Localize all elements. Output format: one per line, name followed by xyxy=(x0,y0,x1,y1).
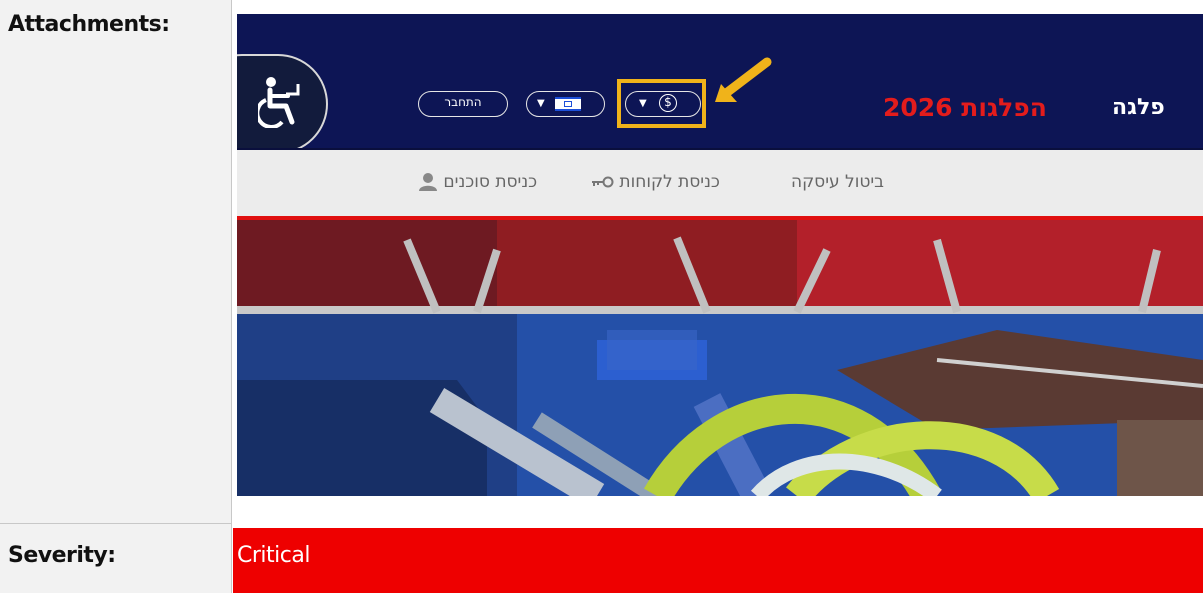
nav-cancel-transaction[interactable]: ביטול עיסקה xyxy=(791,172,884,192)
israel-flag-icon xyxy=(555,97,581,111)
severity-value-cell: Critical xyxy=(233,528,1203,593)
severity-label: Severity: xyxy=(8,543,116,568)
login-label: התחבר xyxy=(444,95,482,109)
attachments-label: Attachments: xyxy=(8,12,170,37)
accessibility-button[interactable] xyxy=(237,54,328,154)
nav-bar: ביטול עיסקה כניסת לקוחות כניסת סוכנים xyxy=(237,150,1203,216)
user-icon xyxy=(419,173,437,191)
nav-cancel-label: ביטול עיסקה xyxy=(791,172,884,192)
attachments-row: Attachments: התחבר ▼ ▼ $ הפלגות 2026 פלג… xyxy=(0,0,1203,524)
nav-agents-label: כניסת סוכנים xyxy=(443,172,538,192)
wheelchair-icon xyxy=(258,77,300,128)
site-header: התחבר ▼ ▼ $ הפלגות 2026 פלגה xyxy=(237,14,1203,154)
nav-client-login[interactable]: כניסת לקוחות xyxy=(590,172,720,192)
nav-clients-label: כניסת לקוחות xyxy=(619,172,720,192)
login-button[interactable]: התחבר xyxy=(418,91,508,117)
severity-value: Critical xyxy=(237,543,310,568)
attachment-screenshot[interactable]: התחבר ▼ ▼ $ הפלגות 2026 פלגה ביטול עיסקה xyxy=(237,14,1203,496)
chevron-down-icon: ▼ xyxy=(537,98,545,109)
language-selector[interactable]: ▼ xyxy=(526,91,605,117)
annotation-highlight-box xyxy=(617,79,706,128)
brand-year: הפלגות 2026 xyxy=(883,93,1047,122)
severity-label-cell: Severity: xyxy=(0,524,232,593)
attachments-label-cell: Attachments: xyxy=(0,0,232,524)
annotation-arrow-icon xyxy=(715,57,772,102)
nav-agent-login[interactable]: כניסת סוכנים xyxy=(418,172,537,192)
brand-title[interactable]: פלגה xyxy=(1112,95,1165,120)
severity-row: Severity: Critical xyxy=(0,524,1203,593)
key-icon xyxy=(592,176,614,188)
hero-image xyxy=(237,220,1203,496)
